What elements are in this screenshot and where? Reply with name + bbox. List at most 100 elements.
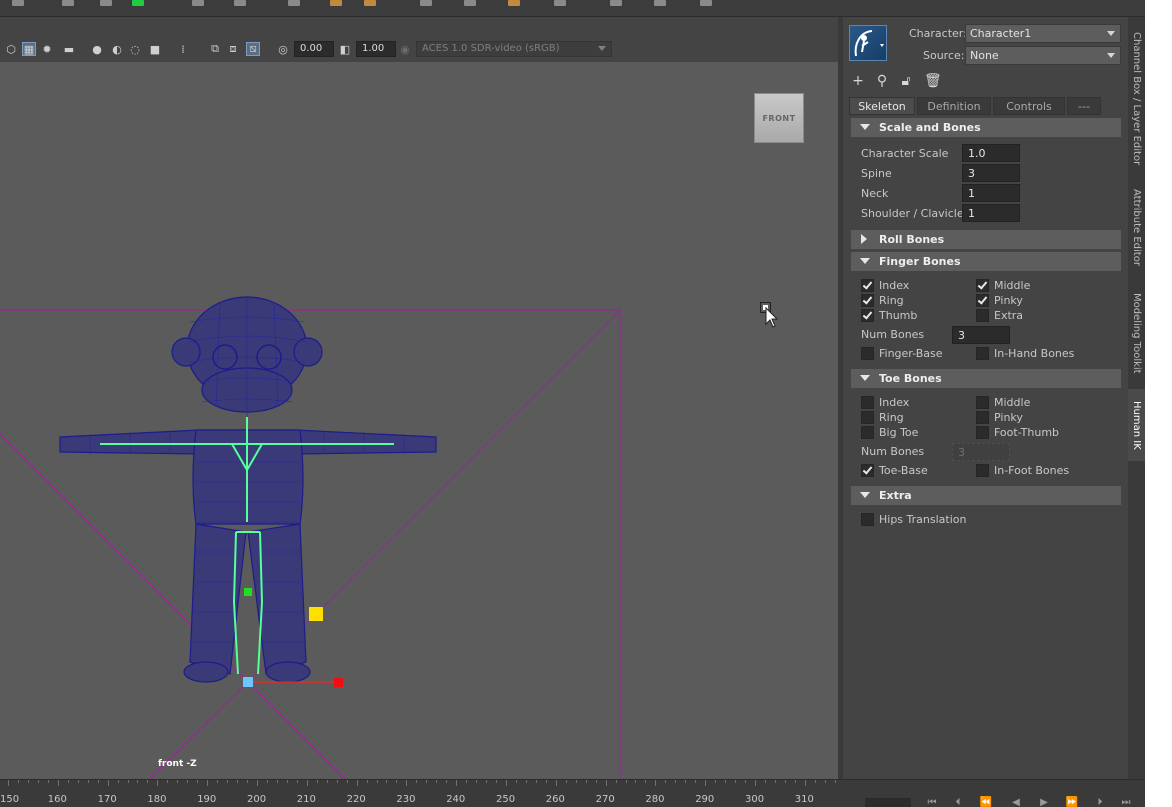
go-to-end-icon[interactable]: ⏭ — [1119, 797, 1133, 807]
spine-field[interactable]: 3 — [962, 164, 1020, 182]
tab-definition[interactable]: Definition — [917, 97, 991, 115]
finger-num-bones-field[interactable]: 3 — [952, 326, 1010, 344]
color-management-icon[interactable]: ◉ — [398, 42, 412, 56]
step-forward-key-icon[interactable]: ⏩ — [1065, 797, 1079, 807]
character-dropdown[interactable]: Character1 — [965, 24, 1121, 43]
current-frame-field[interactable] — [865, 798, 911, 807]
motion-blur-icon[interactable]: ◐ — [110, 42, 124, 56]
scene-canvas[interactable] — [0, 62, 838, 779]
tab-human-ik[interactable]: Human IK — [1128, 389, 1145, 461]
toe-base-checkbox[interactable] — [861, 464, 874, 477]
shoulder-clavicle-field[interactable]: 1 — [962, 204, 1020, 222]
go-to-start-icon[interactable]: ⏮ — [925, 797, 939, 807]
finger-pinky-checkbox[interactable] — [976, 294, 989, 307]
big-toe-checkbox[interactable] — [861, 426, 874, 439]
play-forwards-icon[interactable]: ▶ — [1037, 797, 1051, 807]
shelf-icon[interactable] — [610, 0, 622, 6]
section-finger-bones[interactable]: Finger Bones — [851, 252, 1121, 271]
shelf-icon[interactable] — [700, 0, 712, 6]
depth-of-field-icon[interactable]: ■ — [148, 42, 162, 56]
tab-more[interactable]: --- — [1067, 97, 1101, 115]
time-tick-mark — [306, 780, 308, 786]
lights-icon[interactable]: ✹ — [40, 42, 54, 56]
finger-thumb-checkbox[interactable] — [861, 309, 874, 322]
view-transform-dropdown[interactable]: ACES 1.0 SDR-video (sRGB) — [416, 41, 612, 57]
in-hand-bones-checkbox[interactable] — [976, 347, 989, 360]
section-scale-and-bones[interactable]: Scale and Bones — [851, 118, 1121, 137]
exposure-icon[interactable]: ◎ — [276, 42, 290, 56]
shelf-icon[interactable] — [464, 0, 476, 6]
side-tab-strip: Channel Box / Layer Editor Attribute Edi… — [1128, 17, 1145, 779]
character-scale-field[interactable]: 1.0 — [962, 144, 1020, 162]
step-back-key-icon[interactable]: ⏪ — [979, 797, 993, 807]
shelf-icon[interactable] — [420, 0, 432, 6]
finger-base-checkbox[interactable] — [861, 347, 874, 360]
shelf-icon[interactable] — [62, 0, 74, 6]
shelf-icon[interactable] — [554, 0, 566, 6]
section-extra[interactable]: Extra — [851, 486, 1121, 505]
hik-menu-icon[interactable] — [849, 25, 887, 61]
play-backwards-icon[interactable]: ◀ — [1009, 797, 1023, 807]
shelf-icon[interactable] — [288, 0, 300, 6]
time-tick-label: 170 — [97, 794, 117, 805]
tab-attribute-editor[interactable]: Attribute Editor — [1128, 181, 1145, 273]
finger-extra-checkbox[interactable] — [976, 309, 989, 322]
tab-controls[interactable]: Controls — [993, 97, 1065, 115]
time-minor-tick — [735, 780, 737, 783]
xray-joints-icon[interactable]: ⧈ — [226, 42, 240, 56]
shelf-icon[interactable] — [132, 0, 144, 6]
wireframe-cube-icon[interactable]: ⬡ — [4, 42, 18, 56]
finger-ring-checkbox[interactable] — [861, 294, 874, 307]
tab-channel-box-layer-editor[interactable]: Channel Box / Layer Editor — [1128, 23, 1145, 175]
step-forward-frame-icon[interactable]: ⏵ — [1093, 797, 1107, 807]
add-icon[interactable]: + — [850, 73, 866, 89]
camera-name-label: front -Z — [158, 759, 197, 769]
source-dropdown[interactable]: None — [965, 46, 1121, 65]
shelf-icon[interactable] — [508, 0, 520, 6]
backface-culling-icon[interactable]: ⧅ — [246, 42, 260, 56]
section-roll-bones[interactable]: Roll Bones — [851, 230, 1121, 249]
trash-icon[interactable]: 🗑︎ — [924, 73, 942, 89]
finger-index-checkbox[interactable] — [861, 279, 874, 292]
finger-middle-checkbox[interactable] — [976, 279, 989, 292]
time-minor-tick — [486, 780, 488, 783]
shelf-icon[interactable] — [234, 0, 246, 6]
shelf-icon[interactable] — [364, 0, 376, 6]
textured-shading-icon[interactable]: ▦ — [22, 42, 36, 56]
gamma-field[interactable]: 1.00 — [356, 41, 396, 57]
toe-num-bones-field[interactable]: 3 — [952, 443, 1010, 461]
shadows-icon[interactable]: ▬ — [62, 42, 76, 56]
shelf-icon[interactable] — [100, 0, 112, 6]
section-toe-bones[interactable]: Toe Bones — [851, 369, 1121, 388]
unlock-icon[interactable]: 🔓︎ — [898, 73, 914, 89]
ambient-occlusion-icon[interactable]: ● — [90, 42, 104, 56]
toe-ring-checkbox[interactable] — [861, 411, 874, 424]
toe-pinky-checkbox[interactable] — [976, 411, 989, 424]
ik-handle-yellow — [309, 607, 323, 621]
time-minor-tick — [525, 780, 527, 783]
toe-index-checkbox[interactable] — [861, 396, 874, 409]
gamma-icon[interactable]: ◧ — [338, 42, 352, 56]
exposure-field[interactable]: 0.00 — [294, 41, 334, 57]
time-slider[interactable]: 150 160 170 180 190 200 210 220 230 240 250 260 270 2… — [0, 779, 856, 807]
tab-modeling-toolkit[interactable]: Modeling Toolkit — [1128, 283, 1145, 383]
viewport-panel[interactable]: FRONT front -Z — [0, 62, 838, 779]
foot-thumb-checkbox[interactable] — [976, 426, 989, 439]
shelf-icon[interactable] — [330, 0, 342, 6]
rename-skeleton-icon[interactable]: ⚲ — [874, 73, 890, 89]
xray-icon[interactable]: ⧉ — [208, 42, 222, 56]
in-foot-bones-checkbox[interactable] — [976, 464, 989, 477]
tab-skeleton[interactable]: Skeleton — [849, 97, 915, 115]
step-back-frame-icon[interactable]: ⏴ — [951, 797, 965, 807]
hips-translation-checkbox[interactable] — [861, 513, 874, 526]
toe-middle-checkbox[interactable] — [976, 396, 989, 409]
shelf-icon[interactable] — [12, 0, 24, 6]
time-tick-mark — [356, 780, 358, 786]
isolate-select-icon[interactable]: ⁞ — [176, 42, 190, 56]
shelf-icon[interactable] — [654, 0, 666, 6]
view-cube[interactable]: FRONT — [754, 93, 804, 143]
neck-field[interactable]: 1 — [962, 184, 1020, 202]
anti-aliasing-icon[interactable]: ◌ — [128, 42, 142, 56]
shelf-icon[interactable] — [192, 0, 204, 6]
time-minor-tick — [87, 780, 89, 783]
